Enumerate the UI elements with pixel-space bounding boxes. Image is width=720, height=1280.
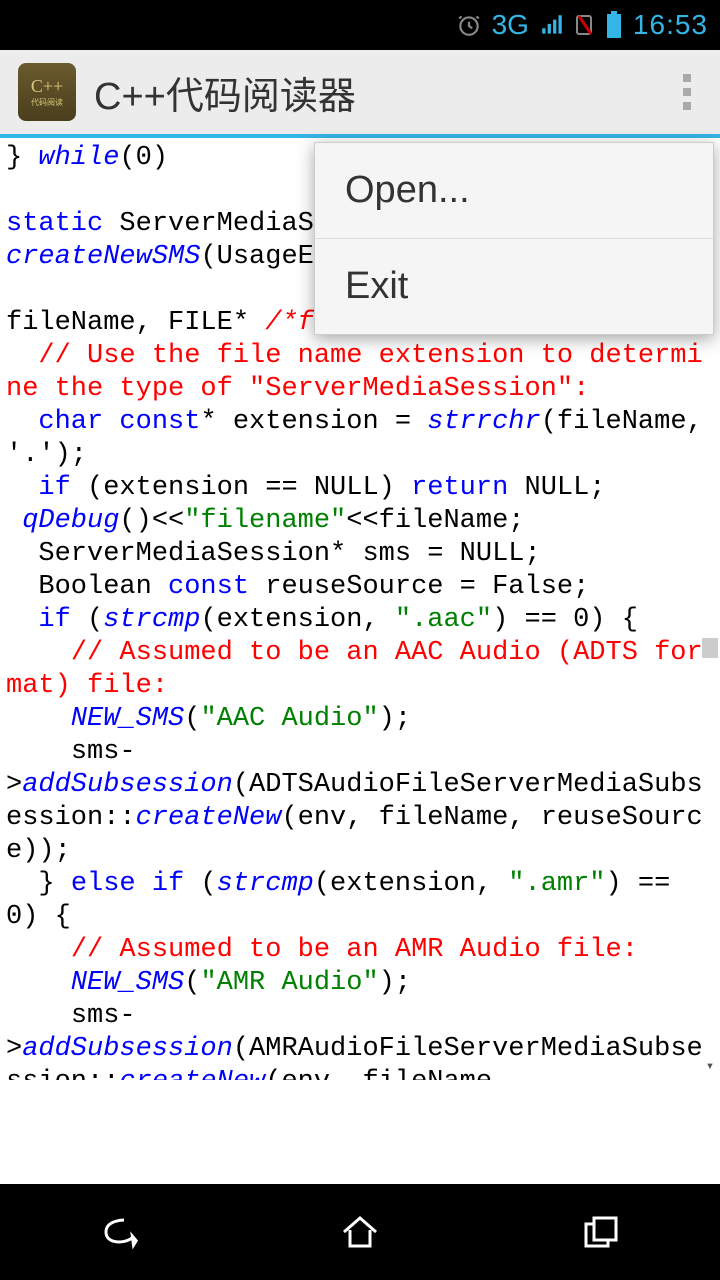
menu-item-open[interactable]: Open... <box>315 143 713 239</box>
back-button[interactable] <box>50 1202 190 1262</box>
navigation-bar <box>0 1184 720 1280</box>
recent-apps-button[interactable] <box>530 1202 670 1262</box>
battery-icon <box>605 10 623 40</box>
signal-icon <box>539 12 565 38</box>
content-bottom-gap <box>0 1080 720 1184</box>
overflow-menu-button[interactable] <box>672 74 702 110</box>
scroll-thumb[interactable] <box>702 638 718 658</box>
clock-time: 16:53 <box>633 9 708 41</box>
alarm-icon <box>456 12 482 38</box>
app-title: C++代码阅读器 <box>94 65 654 120</box>
home-button[interactable] <box>290 1202 430 1262</box>
network-label: 3G <box>492 9 529 41</box>
action-bar: C++ 代码阅读 C++代码阅读器 <box>0 50 720 138</box>
status-bar: 3G 16:53 <box>0 0 720 50</box>
no-sim-icon <box>575 12 595 38</box>
overflow-menu: Open... Exit <box>314 142 714 335</box>
scroll-down-arrow[interactable]: ▾ <box>702 1060 718 1076</box>
menu-item-exit[interactable]: Exit <box>315 239 713 334</box>
app-icon: C++ 代码阅读 <box>18 63 76 121</box>
